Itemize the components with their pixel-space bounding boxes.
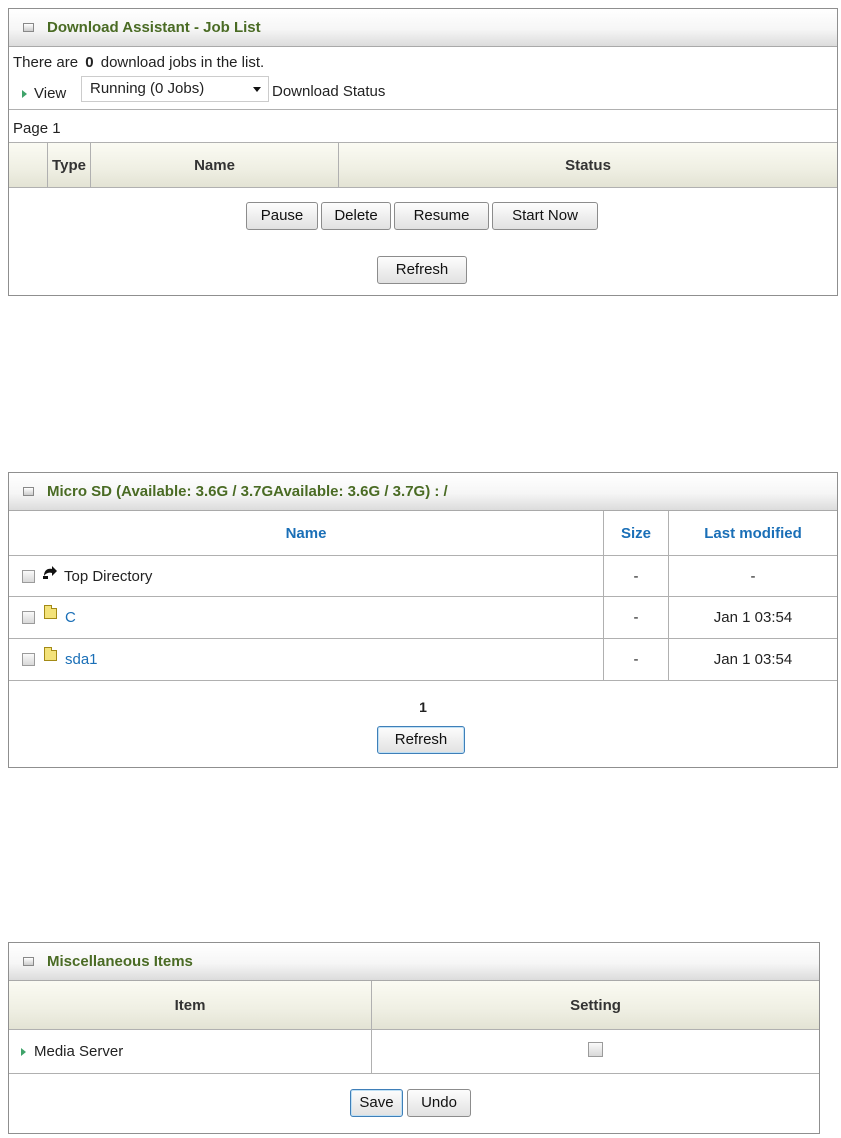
- media-server-checkbox[interactable]: [588, 1042, 603, 1057]
- delete-button[interactable]: Delete: [321, 202, 391, 230]
- refresh-files-button[interactable]: Refresh: [377, 726, 465, 754]
- media-server-label: Media Server: [34, 1043, 124, 1060]
- table-row: sda1 - Jan 1 03:54: [9, 639, 837, 681]
- save-button[interactable]: Save: [350, 1089, 403, 1117]
- job-count: 0: [85, 54, 94, 71]
- misc-panel-title: Miscellaneous Items: [9, 943, 819, 981]
- item-arrow-icon: [21, 1047, 26, 1056]
- select-column-header: [9, 143, 48, 187]
- folder-icon: [44, 647, 57, 661]
- page-number[interactable]: 1: [9, 699, 837, 715]
- view-arrow-icon: [22, 89, 27, 98]
- modified-cell: Jan 1 03:54: [713, 609, 793, 626]
- chevron-down-icon: [253, 87, 261, 92]
- download-assistant-panel: Download Assistant - Job List There are …: [8, 8, 838, 296]
- item-column-header: Item: [9, 981, 372, 1029]
- row-checkbox[interactable]: [22, 611, 35, 624]
- resume-button[interactable]: Resume: [394, 202, 489, 230]
- size-cell: -: [604, 597, 669, 638]
- divider: [9, 109, 837, 110]
- download-panel-title-text: Download Assistant - Job List: [47, 19, 261, 36]
- table-row: Media Server: [9, 1030, 819, 1074]
- folder-icon: [44, 605, 57, 619]
- undo-button[interactable]: Undo: [407, 1089, 471, 1117]
- folder-link[interactable]: sda1: [65, 651, 98, 668]
- job-table-header: Type Name Status: [9, 142, 837, 188]
- pause-button[interactable]: Pause: [246, 202, 318, 230]
- job-count-line: There are 0 download jobs in the list.: [13, 54, 265, 71]
- setting-column-header: Setting: [570, 996, 621, 1014]
- size-cell: -: [604, 556, 669, 596]
- miscellaneous-panel: Miscellaneous Items Item Setting Media S…: [8, 942, 820, 1134]
- name-column-header: Name: [91, 143, 339, 187]
- top-directory-icon: [43, 566, 57, 579]
- row-checkbox[interactable]: [22, 569, 35, 583]
- setting-cell: [372, 1030, 819, 1073]
- table-row: Top Directory - -: [9, 556, 837, 597]
- download-panel-title: Download Assistant - Job List: [9, 9, 837, 47]
- size-column-header[interactable]: Size: [604, 511, 669, 555]
- name-column-header[interactable]: Name: [9, 511, 604, 555]
- misc-panel-title-text: Miscellaneous Items: [47, 953, 193, 970]
- microsd-panel: Micro SD (Available: 3.6G / 3.7GAvailabl…: [8, 472, 838, 768]
- view-label: View: [34, 85, 67, 102]
- microsd-panel-title-text: Micro SD (Available: 3.6G / 3.7GAvailabl…: [47, 483, 448, 500]
- folder-link[interactable]: C: [65, 609, 76, 626]
- panel-collapse-icon: [23, 23, 34, 32]
- type-column-header: Type: [48, 143, 91, 187]
- panel-collapse-icon: [23, 957, 34, 966]
- status-column-header: Status: [565, 156, 611, 174]
- panel-collapse-icon: [23, 487, 34, 496]
- name-cell: sda1: [9, 639, 604, 680]
- start-now-button[interactable]: Start Now: [492, 202, 598, 230]
- modified-cell: Jan 1 03:54: [713, 651, 793, 668]
- refresh-jobs-button[interactable]: Refresh: [377, 256, 467, 284]
- row-name[interactable]: Top Directory: [64, 568, 152, 585]
- modified-cell: -: [750, 567, 756, 585]
- last-modified-column-header[interactable]: Last modified: [669, 511, 837, 555]
- page-indicator: Page 1: [13, 120, 61, 137]
- download-status-label: Download Status: [272, 83, 386, 100]
- name-cell: C: [9, 597, 604, 638]
- view-select[interactable]: Running (0 Jobs): [81, 76, 269, 102]
- file-table-header: Name Size Last modified: [9, 511, 837, 556]
- name-cell: Top Directory: [9, 556, 604, 596]
- size-cell: -: [604, 639, 669, 680]
- misc-table-header: Item Setting: [9, 981, 819, 1030]
- table-row: C - Jan 1 03:54: [9, 597, 837, 639]
- microsd-panel-title: Micro SD (Available: 3.6G / 3.7GAvailabl…: [9, 473, 837, 511]
- row-checkbox[interactable]: [22, 653, 35, 666]
- item-cell: Media Server: [9, 1030, 372, 1073]
- view-row: View: [22, 85, 66, 102]
